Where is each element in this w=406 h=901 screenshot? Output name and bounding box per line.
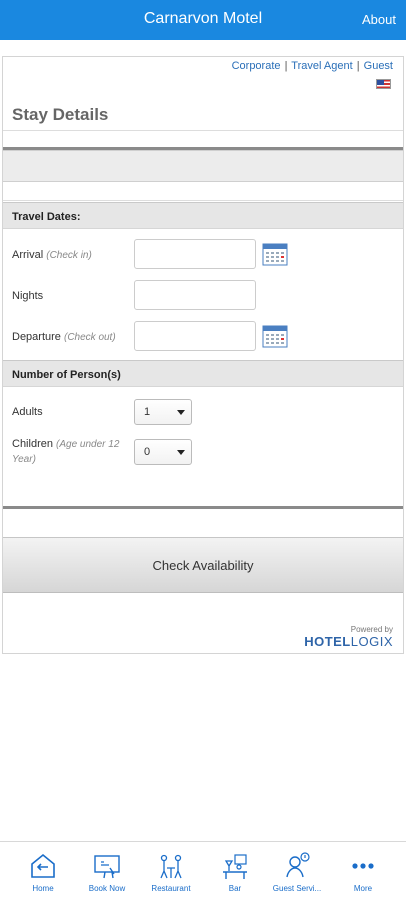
children-select[interactable]: 0	[134, 439, 192, 465]
departure-label: Departure (Check out)	[12, 331, 116, 343]
nights-input[interactable]	[134, 280, 256, 310]
corporate-link[interactable]: Corporate	[232, 60, 281, 72]
restaurant-icon	[160, 854, 182, 879]
departure-date-input[interactable]	[134, 321, 256, 351]
stay-details-panel: Corporate | Travel Agent | Guest Stay De…	[2, 56, 404, 654]
guest-link[interactable]: Guest	[364, 60, 393, 72]
adults-label: Adults	[12, 406, 43, 418]
divider-thick	[3, 506, 403, 509]
tab-bar[interactable]: Bar	[205, 842, 265, 901]
divider	[3, 130, 403, 131]
calendar-icon[interactable]	[262, 324, 288, 348]
tab-label: Bar	[228, 884, 242, 893]
about-link[interactable]: About	[362, 12, 396, 27]
tab-home[interactable]: Home	[13, 842, 73, 901]
tab-guest-services[interactable]: Guest Servi...	[267, 842, 327, 901]
chevron-down-icon	[177, 410, 185, 415]
nights-label: Nights	[12, 290, 44, 302]
tab-label: Book Now	[88, 884, 126, 893]
adults-value: 1	[144, 406, 151, 418]
empty-bar	[3, 150, 403, 182]
guest-service-icon	[286, 852, 310, 878]
page-title: Stay Details	[12, 105, 109, 124]
book-icon	[94, 855, 120, 879]
check-availability-button[interactable]: Check Availability	[3, 537, 403, 593]
powered-by-text: Powered by	[350, 625, 393, 634]
calendar-icon[interactable]	[262, 242, 288, 266]
tab-restaurant[interactable]: Restaurant	[141, 842, 201, 901]
travel-dates-header: Travel Dates:	[3, 202, 403, 229]
tab-label: Restaurant	[151, 884, 191, 893]
app-title: Carnarvon Motel	[143, 10, 263, 27]
separator: |	[356, 60, 360, 72]
us-flag-icon[interactable]	[376, 79, 391, 89]
children-label: Children (Age under 12 Year)	[12, 438, 120, 465]
tab-more[interactable]: More	[333, 842, 393, 901]
app-header: Carnarvon Motel About	[0, 0, 406, 40]
adults-select[interactable]: 1	[134, 399, 192, 425]
tab-label: More	[353, 884, 373, 893]
travel-agent-link[interactable]: Travel Agent	[291, 60, 352, 72]
home-icon	[31, 853, 55, 878]
user-type-links: Corporate | Travel Agent | Guest	[232, 60, 393, 72]
powered-by-logo: Powered by HOTELLOGIX	[304, 625, 393, 649]
tab-book-now[interactable]: Book Now	[77, 842, 137, 901]
bottom-tab-bar: Home Book Now Restaurant Bar Guest Servi…	[0, 841, 406, 900]
divider	[3, 200, 403, 201]
tab-label: Guest Servi...	[272, 884, 322, 893]
chevron-down-icon	[177, 450, 185, 455]
arrival-date-input[interactable]	[134, 239, 256, 269]
children-value: 0	[144, 446, 151, 458]
arrival-label: Arrival (Check in)	[12, 249, 92, 261]
hotelogix-logo: HOTELLOGIX	[304, 634, 393, 649]
bar-icon	[223, 854, 247, 879]
tab-label: Home	[32, 884, 54, 893]
more-icon	[352, 863, 374, 869]
persons-header: Number of Person(s)	[3, 360, 403, 387]
separator: |	[284, 60, 288, 72]
